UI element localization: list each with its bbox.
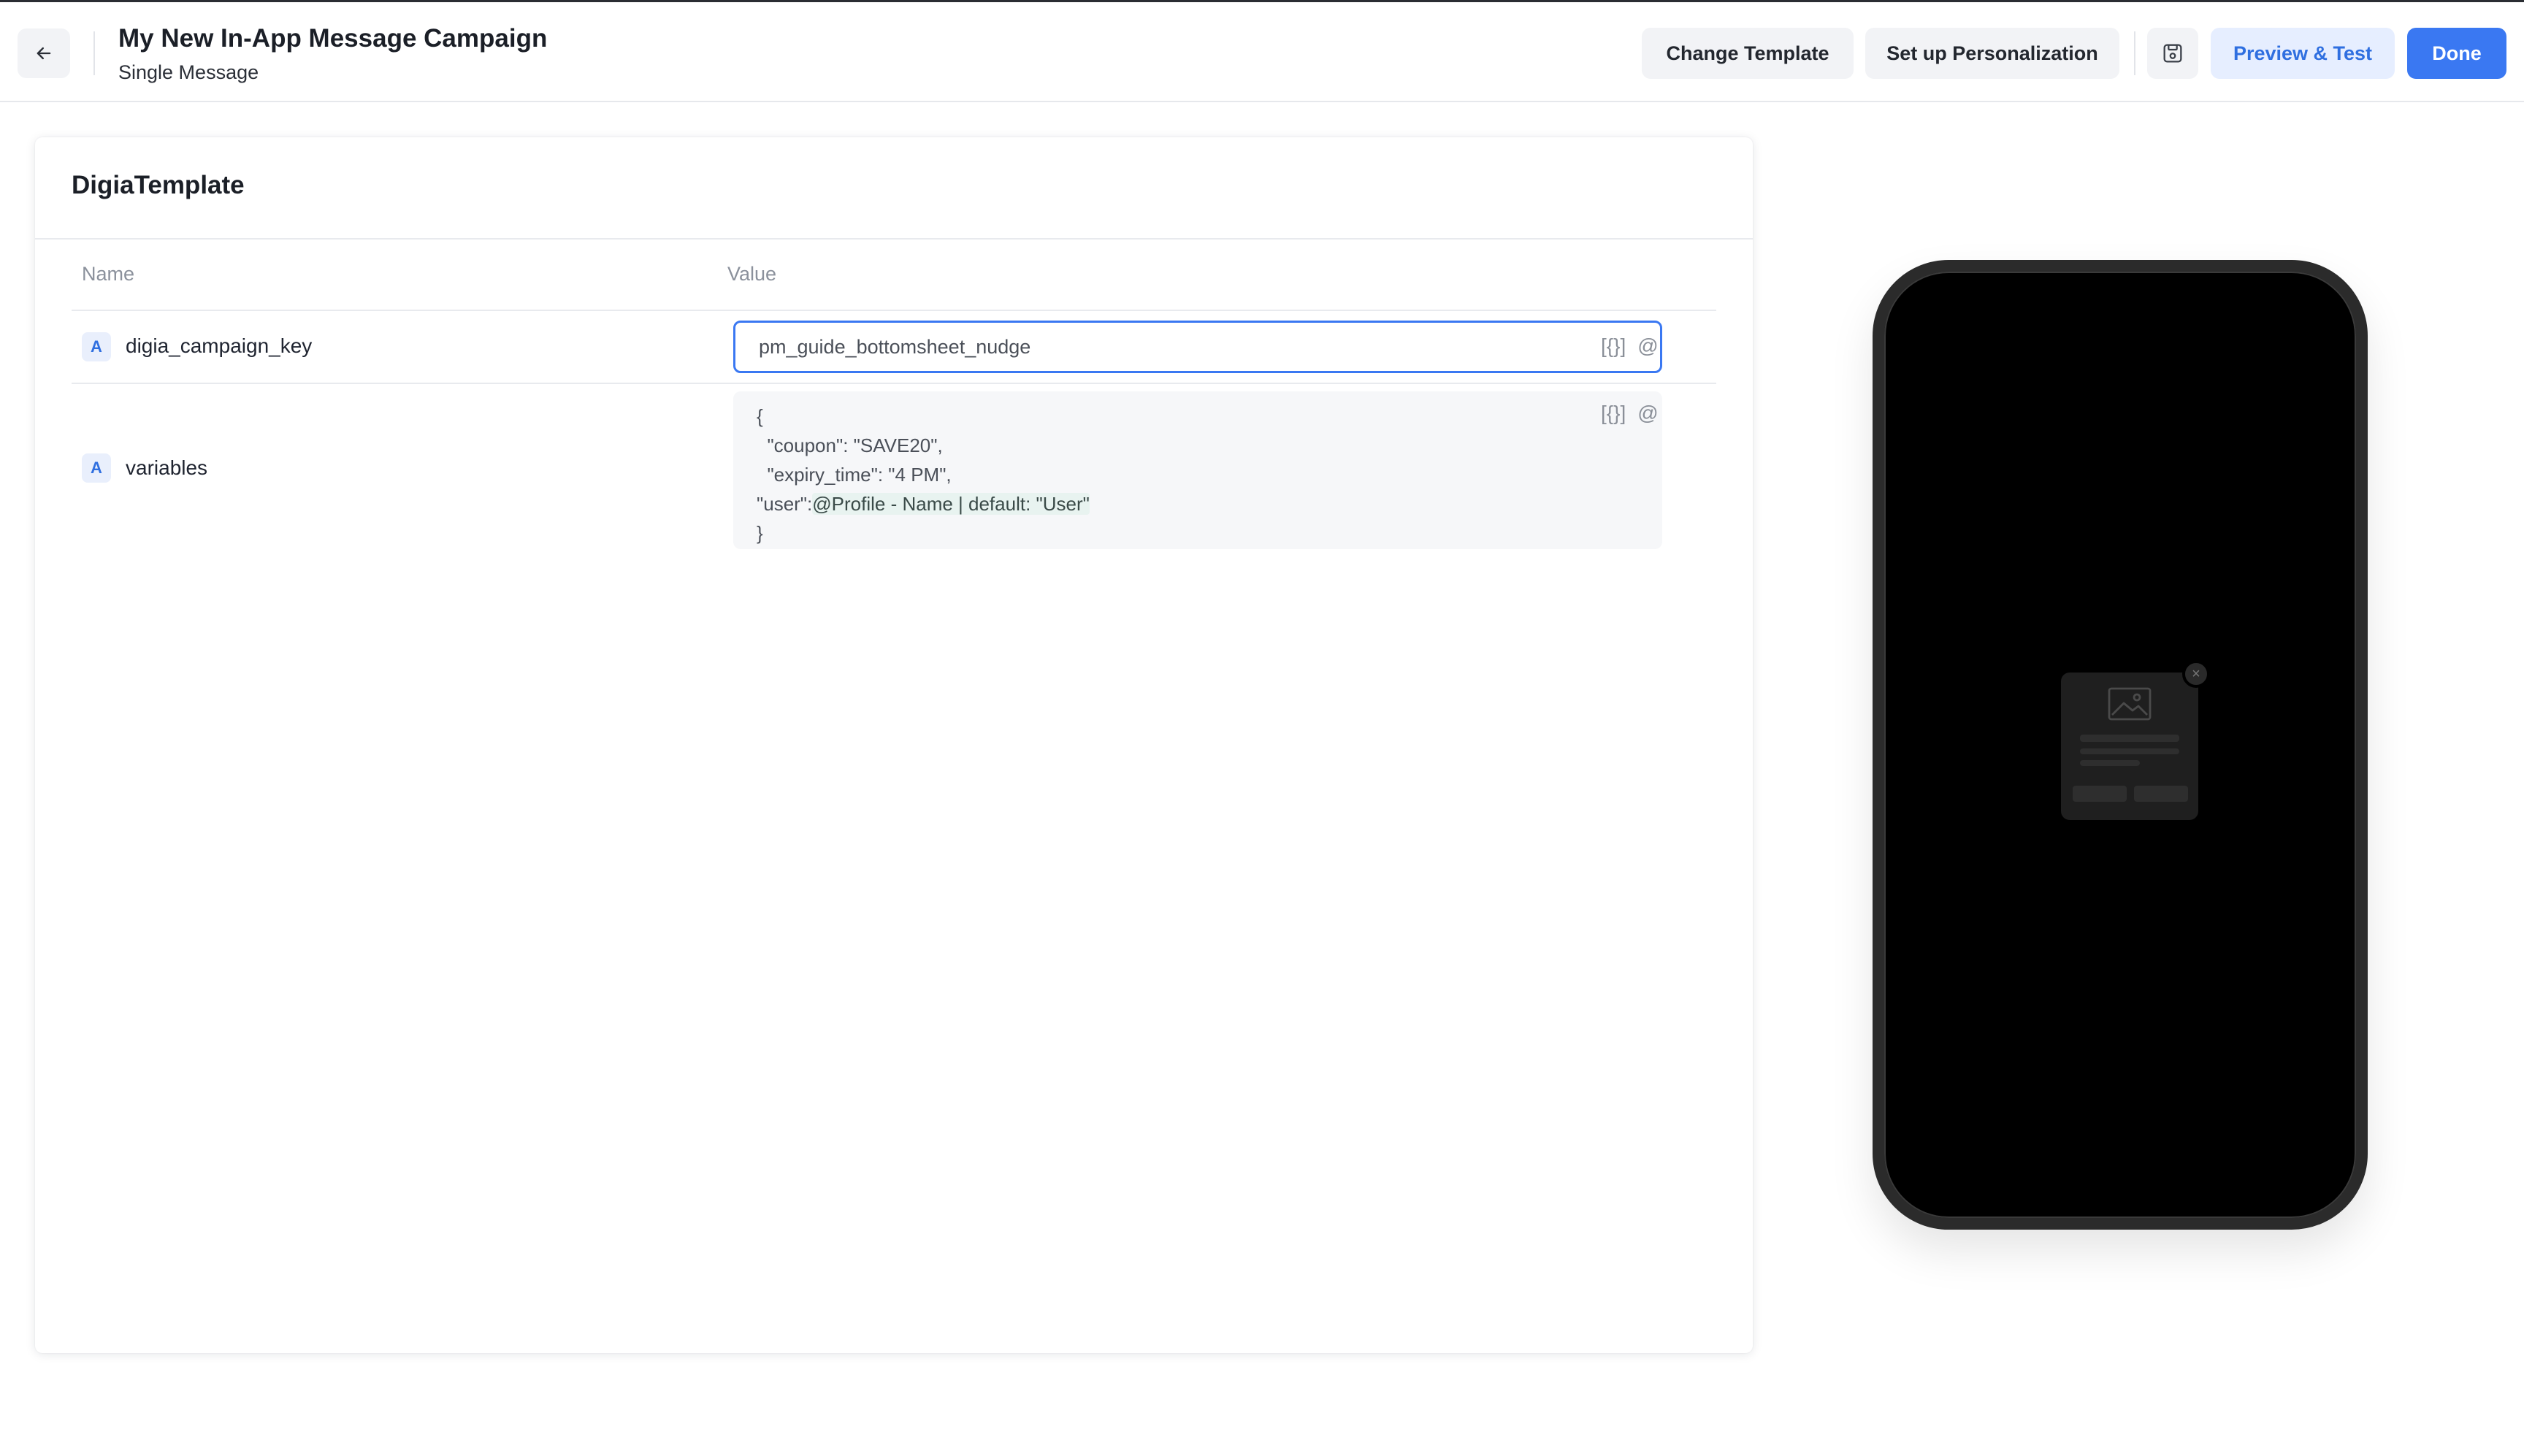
- json-line: "expiry_time": "4 PM",: [757, 464, 952, 486]
- value-actions: [{}] @: [1601, 402, 1659, 425]
- mention-icon[interactable]: @: [1637, 334, 1658, 358]
- campaign-key-input[interactable]: pm_guide_bottomsheet_nudge: [733, 321, 1662, 373]
- field-name-campaign-key: digia_campaign_key: [126, 334, 313, 357]
- save-draft-button[interactable]: [2147, 28, 2198, 79]
- json-line: {: [757, 405, 763, 427]
- image-placeholder-icon: [2108, 687, 2152, 721]
- mention-icon[interactable]: @: [1637, 402, 1658, 425]
- done-button[interactable]: Done: [2407, 28, 2506, 79]
- value-actions: [{}] @: [1601, 334, 1659, 358]
- card-divider: [35, 238, 1753, 240]
- placeholder-button: [2073, 786, 2127, 802]
- message-placeholder-card: [2061, 673, 2198, 820]
- change-template-button[interactable]: Change Template: [1642, 28, 1854, 79]
- row-divider: [72, 310, 1716, 311]
- placeholder-button: [2134, 786, 2188, 802]
- top-header: My New In-App Message Campaign Single Me…: [0, 0, 2524, 102]
- header-divider-right: [2134, 31, 2135, 75]
- insert-variable-icon[interactable]: [{}]: [1601, 334, 1626, 358]
- row-divider: [72, 383, 1716, 384]
- close-icon: ×: [2182, 660, 2210, 688]
- campaign-key-value: pm_guide_bottomsheet_nudge: [759, 335, 1031, 358]
- json-line: }: [757, 522, 763, 544]
- placeholder-text-bar: [2080, 748, 2179, 754]
- insert-variable-icon[interactable]: [{}]: [1601, 402, 1626, 425]
- header-divider: [93, 31, 95, 75]
- text-type-badge: A: [82, 332, 111, 361]
- preview-test-button[interactable]: Preview & Test: [2211, 28, 2395, 79]
- save-draft-icon: [2163, 44, 2182, 63]
- variables-json-editor[interactable]: { "coupon": "SAVE20", "expiry_time": "4 …: [733, 391, 1662, 549]
- placeholder-title-bar: [2080, 735, 2179, 742]
- phone-preview: ×: [1873, 260, 2368, 1230]
- page-title: My New In-App Message Campaign: [118, 24, 548, 53]
- column-header-name: Name: [82, 263, 135, 285]
- template-properties-card: DigiaTemplate Name Value A digia_campaig…: [35, 137, 1753, 1353]
- back-button[interactable]: [18, 28, 70, 78]
- field-name-variables: variables: [126, 456, 208, 479]
- column-header-value: Value: [727, 263, 777, 285]
- text-type-badge: A: [82, 453, 111, 483]
- page-subtitle: Single Message: [118, 61, 259, 83]
- placeholder-text-bar: [2080, 760, 2140, 766]
- json-key: "user":: [757, 493, 813, 515]
- campaign-title-block: My New In-App Message Campaign Single Me…: [118, 23, 547, 85]
- phone-screen: ×: [1884, 272, 2356, 1218]
- setup-personalization-button[interactable]: Set up Personalization: [1865, 28, 2119, 79]
- arrow-left-icon: [37, 47, 51, 60]
- json-line: "user":@Profile - Name | default: "User": [757, 489, 1639, 518]
- template-name: DigiaTemplate: [72, 171, 245, 199]
- profile-mention-token[interactable]: @Profile - Name | default: "User": [812, 493, 1090, 515]
- json-line: "coupon": "SAVE20",: [757, 434, 943, 456]
